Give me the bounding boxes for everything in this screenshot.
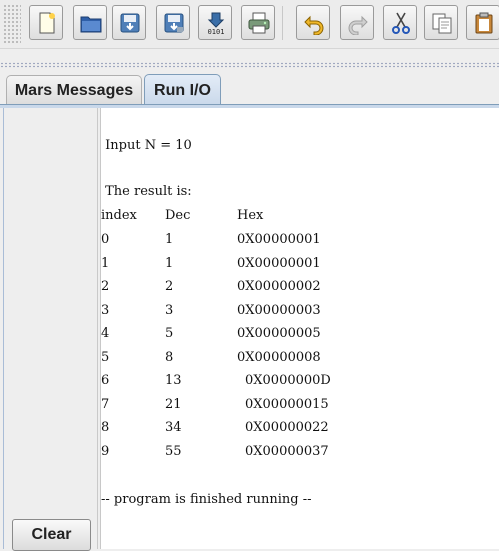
row-index: 2 [101, 279, 110, 294]
cut-button[interactable] [383, 5, 417, 40]
table-row: 5 8 0X00000008 [101, 348, 499, 368]
table-header: index Dec Hex [101, 206, 499, 226]
table-row: 4 5 0X00000005 [101, 324, 499, 344]
row-hex: 0X00000001 [237, 232, 321, 247]
header-dec: Dec [165, 208, 191, 223]
redo-icon [348, 15, 368, 35]
row-index: 7 [101, 396, 110, 412]
undo-icon [304, 15, 324, 35]
table-row: 8 34 0X00000022 [101, 418, 499, 438]
left-panel-border [3, 108, 98, 549]
save-icon [120, 13, 140, 33]
tab-mars-messages[interactable]: Mars Messages [6, 75, 142, 105]
open-button[interactable] [73, 5, 107, 40]
pane-divider[interactable] [0, 62, 499, 68]
row-hex: 0X00000001 [237, 255, 321, 271]
toolbar: 0101 [0, 0, 499, 49]
table-row: 7 21 0X00000015 [101, 395, 499, 415]
save-as-button[interactable] [156, 5, 190, 40]
row-hex: 0X00000002 [237, 279, 321, 294]
row-hex: 0X0000000D [245, 373, 331, 388]
row-index: 1 [101, 255, 110, 271]
row-index: 0 [101, 232, 110, 247]
left-panel [0, 108, 100, 549]
toolbar-separator [282, 6, 283, 40]
save-button[interactable] [112, 5, 146, 40]
row-index: 5 [101, 349, 110, 365]
svg-text:0101: 0101 [208, 28, 225, 35]
copy-button[interactable] [424, 5, 458, 40]
tab-bar: Mars Messages Run I/O [0, 70, 499, 106]
tab-label: Mars Messages [14, 81, 134, 99]
row-dec: 13 [165, 373, 182, 388]
cut-icon [392, 12, 410, 34]
row-hex: 0X00000003 [237, 302, 321, 318]
clear-button-label: Clear [31, 526, 72, 543]
clear-button[interactable]: Clear [12, 519, 91, 551]
table-row: 2 2 0X00000002 [101, 277, 499, 297]
tab-run-io[interactable]: Run I/O [144, 74, 221, 106]
copy-icon [432, 13, 452, 34]
toolbar-grip[interactable] [3, 4, 21, 44]
table-row: 6 13 0X0000000D [101, 371, 499, 391]
undo-button[interactable] [296, 5, 330, 40]
row-dec: 8 [165, 349, 174, 365]
row-hex: 0X00000022 [245, 420, 329, 435]
new-file-icon [39, 12, 55, 34]
table-row: 1 1 0X00000001 [101, 254, 499, 274]
paste-button[interactable] [466, 5, 499, 40]
result-line: The result is: [101, 184, 192, 199]
save-as-icon [164, 13, 184, 33]
row-dec: 21 [165, 396, 182, 412]
row-dec: 1 [165, 232, 174, 247]
row-dec: 3 [165, 302, 174, 318]
row-dec: 34 [165, 420, 182, 435]
tab-label: Run I/O [154, 81, 211, 99]
run-io-console[interactable]: Input N = 10 The result is: index Dec He… [100, 108, 499, 549]
input-line: Input N = 10 [101, 138, 192, 153]
finished-line: -- program is finished running -- [101, 492, 312, 507]
table-row: 0 1 0X00000001 [101, 230, 499, 250]
print-icon [248, 12, 270, 34]
row-index: 6 [101, 373, 110, 388]
row-hex: 0X00000037 [245, 443, 329, 459]
paste-icon [475, 12, 493, 34]
row-dec: 1 [165, 255, 174, 271]
row-dec: 55 [165, 443, 182, 459]
row-index: 3 [101, 302, 110, 318]
dump-memory-icon: 0101 [208, 12, 225, 35]
dump-memory-button[interactable]: 0101 [198, 5, 232, 40]
open-folder-icon [80, 16, 102, 33]
header-hex: Hex [237, 208, 264, 223]
row-hex: 0X00000015 [245, 396, 329, 412]
print-button[interactable] [241, 5, 275, 40]
row-dec: 5 [165, 326, 174, 341]
row-index: 9 [101, 443, 110, 459]
row-hex: 0X00000005 [237, 326, 321, 341]
redo-button[interactable] [340, 5, 374, 40]
new-file-button[interactable] [29, 5, 63, 40]
row-dec: 2 [165, 279, 174, 294]
row-index: 4 [101, 326, 110, 341]
row-hex: 0X00000008 [237, 349, 321, 365]
header-index: index [101, 208, 137, 223]
table-row: 3 3 0X00000003 [101, 301, 499, 321]
table-row: 9 55 0X00000037 [101, 442, 499, 462]
row-index: 8 [101, 420, 110, 435]
